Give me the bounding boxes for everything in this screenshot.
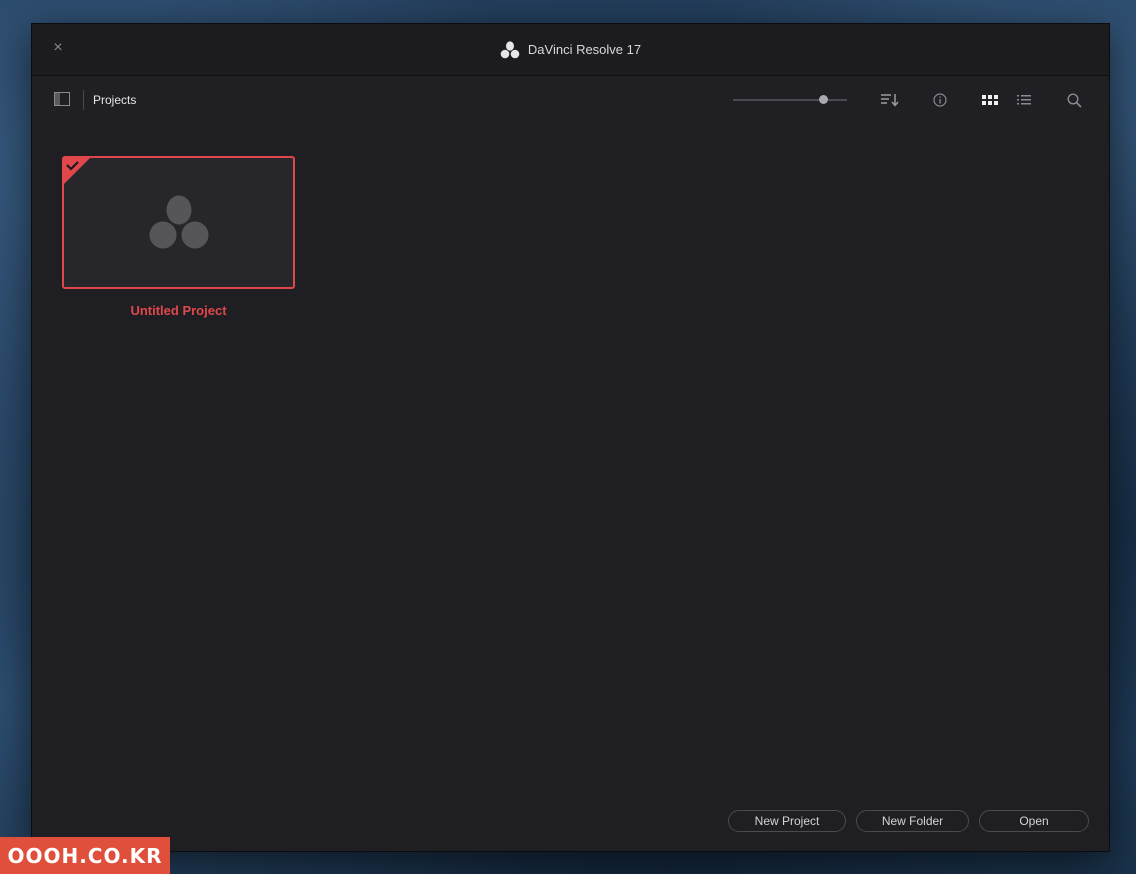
panel-toggle-icon[interactable] — [54, 92, 70, 106]
thumbnail-size-slider[interactable] — [733, 95, 847, 104]
watermark: OOOH.CO.KR — [0, 837, 170, 874]
davinci-logo-icon — [500, 40, 520, 58]
toolbar-divider — [83, 90, 84, 110]
project-name: Untitled Project — [130, 303, 227, 318]
search-button[interactable] — [1064, 90, 1084, 110]
new-project-button[interactable]: New Project — [728, 810, 846, 832]
title-bar: × DaVinci Resolve 17 — [32, 24, 1109, 76]
new-folder-button[interactable]: New Folder — [856, 810, 969, 832]
info-icon — [933, 93, 947, 107]
search-icon — [1066, 92, 1082, 108]
sort-icon — [881, 94, 899, 107]
breadcrumb[interactable]: Projects — [93, 93, 136, 107]
list-view-button[interactable] — [1014, 90, 1034, 110]
sort-button[interactable] — [880, 90, 900, 110]
window-title: DaVinci Resolve 17 — [527, 42, 642, 57]
close-button[interactable]: × — [50, 40, 66, 56]
project-thumbnail[interactable] — [62, 156, 295, 289]
project-browser: Untitled Project — [32, 123, 1109, 851]
project-card[interactable]: Untitled Project — [62, 156, 295, 318]
slider-track — [733, 99, 847, 101]
list-view-icon — [1017, 95, 1031, 105]
window-title-group: DaVinci Resolve 17 — [500, 40, 642, 59]
davinci-placeholder-icon — [149, 195, 208, 248]
grid-view-button[interactable] — [980, 90, 1000, 110]
toolbar: Projects — [32, 76, 1109, 124]
slider-thumb[interactable] — [819, 95, 829, 104]
selected-check-icon — [64, 158, 90, 184]
grid-view-icon — [982, 95, 998, 105]
project-manager-window: × DaVinci Resolve 17 Projects Untitled P… — [31, 23, 1110, 852]
info-button[interactable] — [930, 90, 950, 110]
open-button[interactable]: Open — [979, 810, 1089, 832]
